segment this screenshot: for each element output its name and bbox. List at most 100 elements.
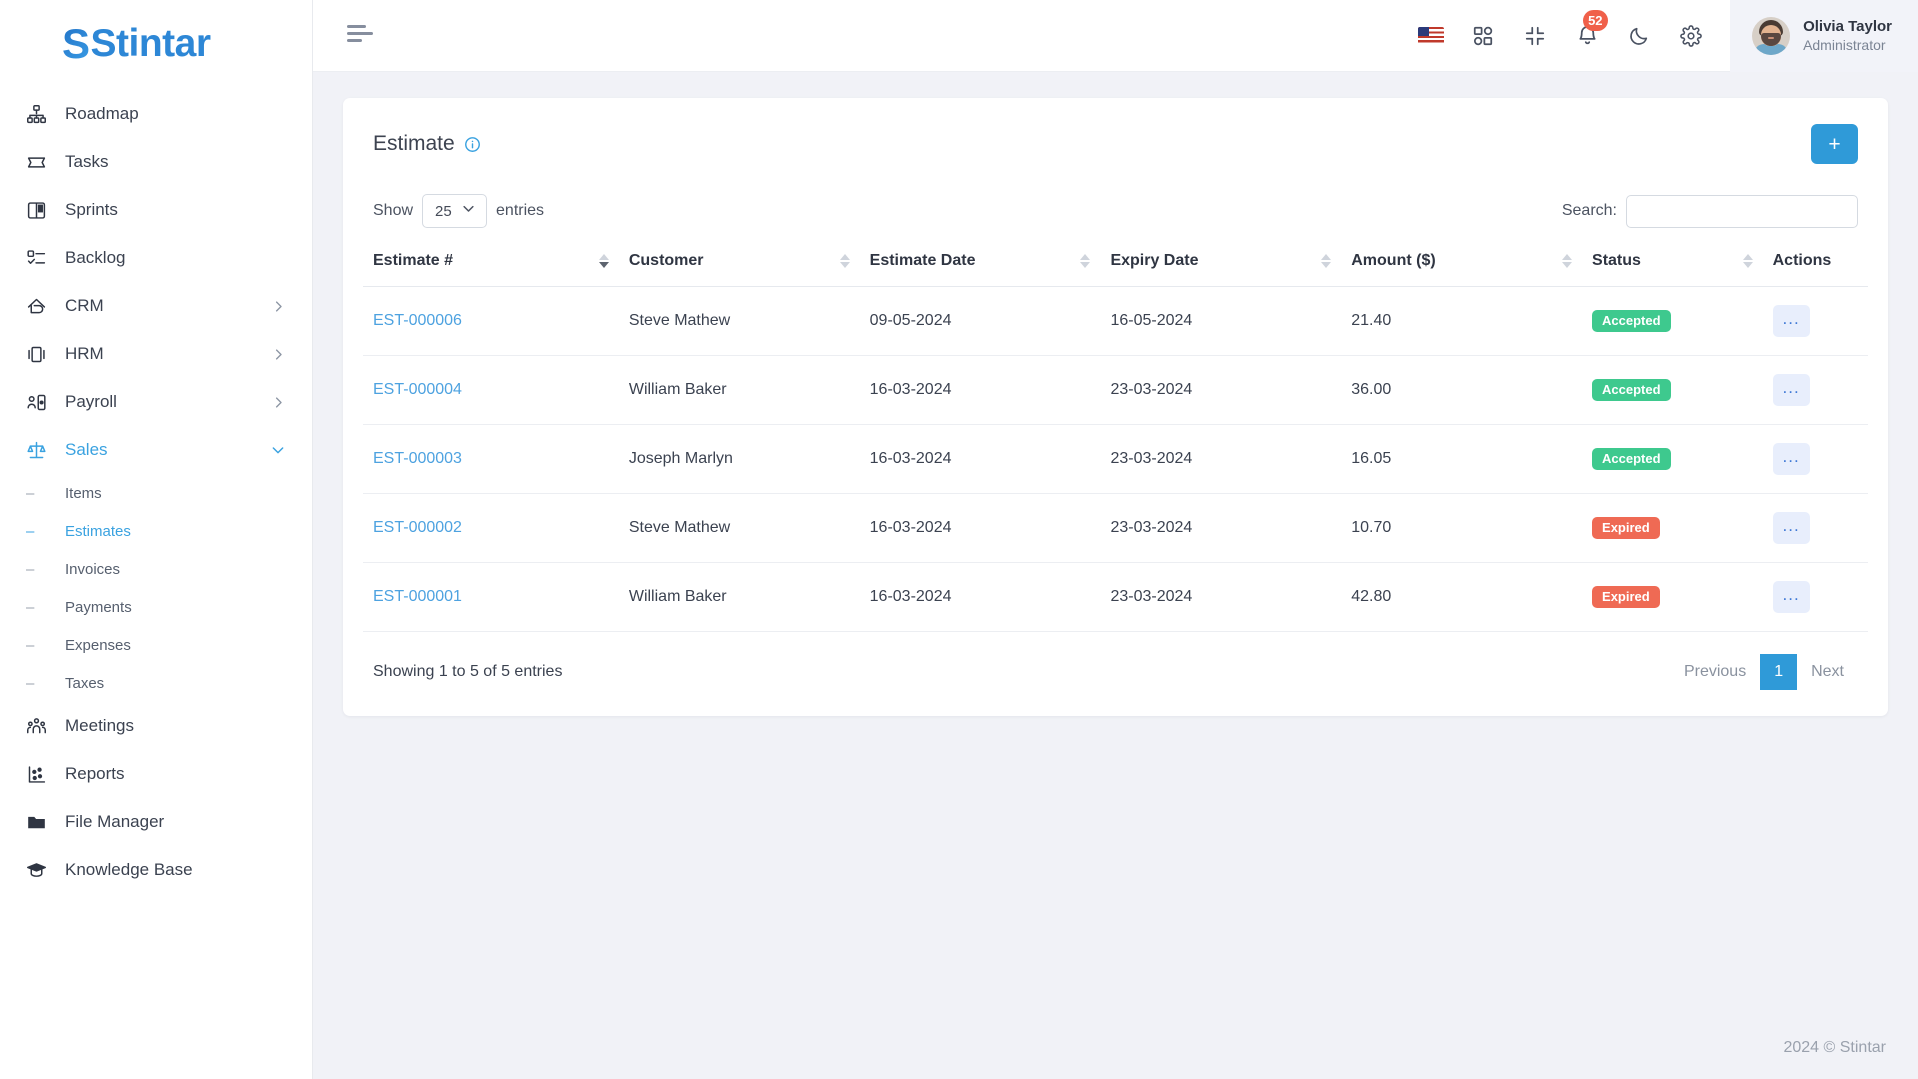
cell-estimate-date: 16-03-2024 [859,355,1101,425]
pagination-previous[interactable]: Previous [1670,654,1760,690]
dash-icon: – [26,674,35,692]
estimates-table: Estimate # Customer Estimate Date Expiry… [363,240,1868,632]
table-row: EST-000001 William Baker 16-03-2024 23-0… [363,562,1868,632]
page-title: Estimate [373,132,481,156]
grid-apps-icon[interactable] [1470,23,1496,49]
handshake-icon [26,295,52,317]
sidebar-item-estimates[interactable]: – Estimates [0,512,312,550]
copyright-text: 2024 © Stintar [1783,1039,1886,1056]
status-badge: Expired [1592,586,1660,608]
column-header-status[interactable]: Status [1582,240,1763,287]
sidebar-item-payroll[interactable]: Payroll [0,378,312,426]
row-actions-button[interactable]: ... [1772,512,1810,544]
dash-icon: – [26,598,35,616]
page-footer: 2024 © Stintar [313,1017,1918,1079]
row-actions-button[interactable]: ... [1772,374,1810,406]
add-estimate-button[interactable]: + [1811,124,1858,164]
cell-amount: 42.80 [1341,562,1583,632]
table-row: EST-000002 Steve Mathew 16-03-2024 23-03… [363,493,1868,563]
graduation-cap-icon [26,859,52,881]
sidebar-nav: Roadmap Tasks Sprints Backlog CRM HRM Pa… [0,88,312,1079]
sidebar-item-hrm[interactable]: HRM [0,330,312,378]
table-head: Estimate # Customer Estimate Date Expiry… [363,240,1868,287]
column-label: Customer [628,252,704,269]
compress-icon[interactable] [1522,23,1548,49]
table-footer: Showing 1 to 5 of 5 entries Previous 1 N… [363,632,1868,716]
sidebar-item-reports[interactable]: Reports [0,750,312,798]
sidebar-item-label: Backlog [65,248,126,267]
sidebar-item-items[interactable]: – Items [0,474,312,512]
dash-icon: – [26,522,35,540]
column-header-expiry-date[interactable]: Expiry Date [1100,240,1342,287]
main-area: 52 Olivia Taylor Administrator Estimate … [313,0,1918,1079]
column-header-estimate-date[interactable]: Estimate Date [859,240,1101,287]
estimate-link[interactable]: EST-000002 [373,519,462,536]
dash-icon: – [26,636,35,654]
card-body: Show 25 entries Search: Estimate # Custo… [343,186,1888,716]
column-label: Actions [1772,252,1832,269]
pagination-next[interactable]: Next [1797,654,1858,690]
gear-icon[interactable] [1678,23,1704,49]
scales-icon [26,439,52,461]
estimate-link[interactable]: EST-000006 [373,312,462,329]
sidebar-item-label: File Manager [65,812,165,831]
sitemap-icon [26,103,52,125]
sidebar-item-meetings[interactable]: Meetings [0,702,312,750]
sidebar-item-label: Tasks [65,152,109,171]
sidebar-item-payments[interactable]: – Payments [0,588,312,626]
column-header-amount[interactable]: Amount ($) [1341,240,1583,287]
row-actions-button[interactable]: ... [1772,305,1810,337]
us-flag-icon[interactable] [1418,27,1445,44]
sidebar-subitem-label: Invoices [65,560,121,578]
entries-label: entries [496,202,545,219]
sidebar: S Stintar Roadmap Tasks Sprints Backlog … [0,0,313,1079]
profile-menu[interactable]: Olivia Taylor Administrator [1730,0,1918,72]
sidebar-item-backlog[interactable]: Backlog [0,234,312,282]
sort-icon [1729,254,1753,268]
checklist-icon [26,247,52,269]
sidebar-item-file-manager[interactable]: File Manager [0,798,312,846]
column-label: Estimate # [373,252,454,269]
row-actions-button[interactable]: ... [1772,581,1810,613]
sidebar-item-tasks[interactable]: Tasks [0,138,312,186]
sidebar-item-expenses[interactable]: – Expenses [0,626,312,664]
hamburger-icon[interactable] [347,25,375,46]
estimate-link[interactable]: EST-000004 [373,381,462,398]
sidebar-item-sales[interactable]: Sales [0,426,312,474]
moon-icon[interactable] [1626,23,1652,49]
column-header-estimate-number[interactable]: Estimate # [363,240,619,287]
column-header-customer[interactable]: Customer [618,240,860,287]
sort-icon [585,254,609,268]
card-header: Estimate + [343,98,1888,186]
column-label: Estimate Date [869,252,976,269]
brand-logo[interactable]: S Stintar [0,0,312,88]
sidebar-item-invoices[interactable]: – Invoices [0,550,312,588]
chart-icon [26,763,52,785]
bell-icon[interactable]: 52 [1574,9,1608,49]
estimate-link[interactable]: EST-000001 [373,588,462,605]
sidebar-item-label: Sprints [65,200,118,219]
brand-name: Stintar [90,22,212,65]
sidebar-item-knowledge-base[interactable]: Knowledge Base [0,846,312,894]
sidebar-item-crm[interactable]: CRM [0,282,312,330]
sidebar-item-taxes[interactable]: – Taxes [0,664,312,702]
sidebar-item-sprints[interactable]: Sprints [0,186,312,234]
row-actions-button[interactable]: ... [1772,443,1810,475]
search-input[interactable] [1626,194,1858,228]
sidebar-subitem-label: Items [65,484,102,502]
cell-expiry-date: 23-03-2024 [1100,493,1342,563]
column-label: Amount ($) [1351,252,1436,269]
dash-icon: – [26,484,35,502]
estimate-link[interactable]: EST-000003 [373,450,462,467]
page-title-text: Estimate [373,132,455,155]
page-size-select[interactable]: 25 [422,194,488,228]
app-root: S Stintar Roadmap Tasks Sprints Backlog … [0,0,1918,1079]
sidebar-item-roadmap[interactable]: Roadmap [0,90,312,138]
cell-amount: 10.70 [1341,493,1583,563]
table-row: EST-000004 William Baker 16-03-2024 23-0… [363,355,1868,425]
status-badge: Accepted [1592,379,1671,401]
info-circle-icon[interactable] [464,136,481,153]
dash-icon: – [26,560,35,578]
pagination-page-1[interactable]: 1 [1760,654,1798,690]
pagination: Previous 1 Next [1670,654,1858,690]
